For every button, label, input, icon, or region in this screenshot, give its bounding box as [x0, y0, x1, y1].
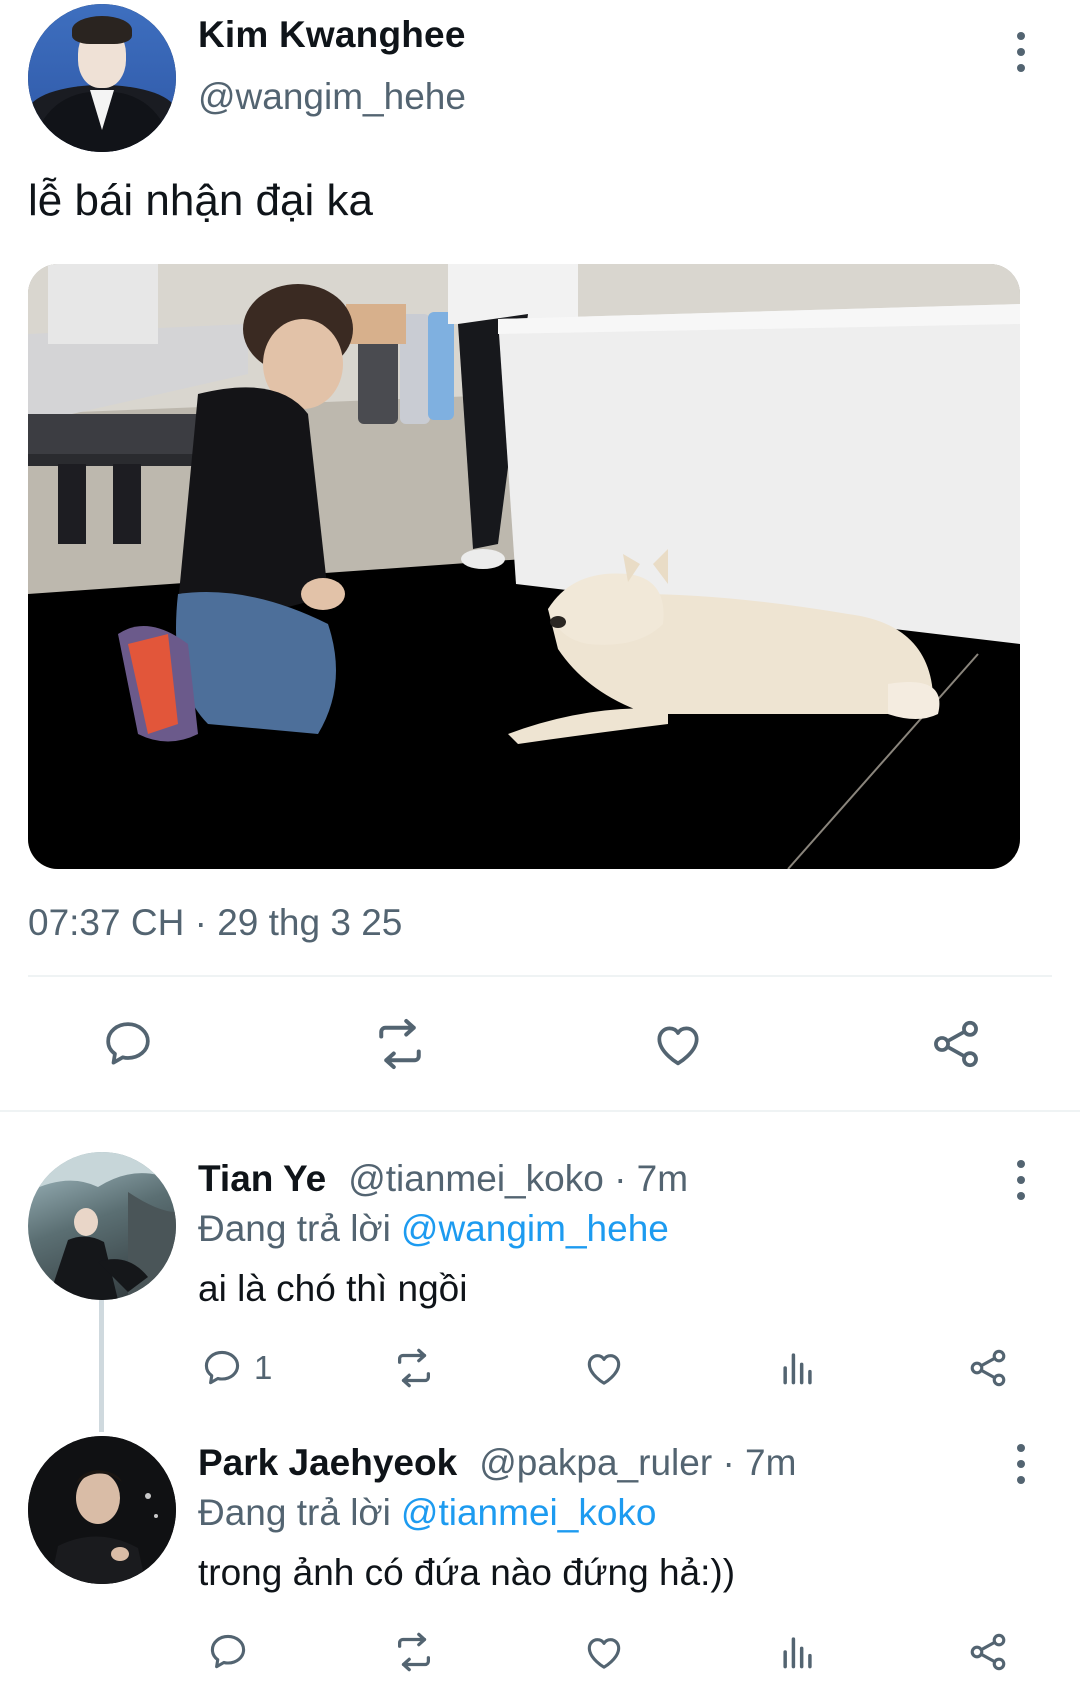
- tweet-detail-page: Kim Kwanghee @wangim_hehe lễ bái nhận đạ…: [0, 0, 1080, 1682]
- retweet-button[interactable]: [368, 1012, 432, 1076]
- divider: [0, 1110, 1080, 1112]
- reply-button[interactable]: [96, 1012, 160, 1076]
- comment-icon: [204, 1350, 240, 1385]
- retweet-button[interactable]: [386, 1624, 442, 1680]
- replying-to: Đang trả lời @tianmei_koko: [198, 1492, 656, 1534]
- tweet-text: lễ bái nhận đại ka: [28, 176, 373, 225]
- thread-line: [99, 1300, 104, 1432]
- author-avatar[interactable]: [28, 4, 176, 152]
- analytics-icon: [783, 1637, 812, 1669]
- heart-icon: [587, 1354, 621, 1385]
- retweet-icon: [379, 1019, 421, 1069]
- replying-prefix: Đang trả lời: [198, 1208, 391, 1249]
- replying-prefix: Đang trả lời: [198, 1492, 391, 1533]
- heart-icon: [657, 1026, 699, 1066]
- share-button[interactable]: [960, 1340, 1016, 1396]
- more-options-icon[interactable]: [1016, 32, 1026, 72]
- tweet-photo[interactable]: [28, 264, 1020, 869]
- retweet-icon: [397, 1348, 431, 1388]
- mention-link[interactable]: @wangim_hehe: [401, 1208, 669, 1249]
- like-button[interactable]: [576, 1340, 632, 1396]
- reply-author-name[interactable]: Tian Ye: [198, 1158, 326, 1199]
- reply-count: 1: [254, 1349, 273, 1386]
- reply-text: trong ảnh có đứa nào đứng hả:)): [198, 1552, 736, 1593]
- retweet-button[interactable]: [386, 1340, 442, 1396]
- share-icon: [970, 1349, 1006, 1387]
- divider: [28, 975, 1052, 977]
- more-options-icon[interactable]: [1016, 1160, 1026, 1200]
- like-button[interactable]: [646, 1012, 710, 1076]
- replying-to: Đang trả lời @wangim_hehe: [198, 1208, 669, 1250]
- reply-author-name[interactable]: Park Jaehyeok: [198, 1442, 457, 1483]
- reply-time: · 7m: [614, 1158, 689, 1199]
- analytics-icon: [783, 1353, 812, 1385]
- reply-avatar[interactable]: [28, 1436, 176, 1584]
- reply-text: ai là chó thì ngồi: [198, 1268, 468, 1309]
- like-button[interactable]: [576, 1624, 632, 1680]
- heart-icon: [587, 1638, 621, 1669]
- reply-header: Park Jaehyeok @pakpa_ruler · 7m: [198, 1442, 796, 1484]
- reply-button[interactable]: 1: [200, 1340, 272, 1396]
- reply-time: · 7m: [722, 1442, 797, 1483]
- analytics-button[interactable]: [770, 1624, 826, 1680]
- more-options-icon[interactable]: [1016, 1444, 1026, 1484]
- retweet-icon: [397, 1632, 431, 1672]
- author-handle[interactable]: @wangim_hehe: [198, 76, 466, 118]
- reply-author-handle[interactable]: @pakpa_ruler: [479, 1442, 712, 1483]
- comment-icon: [210, 1634, 246, 1669]
- share-icon: [934, 1020, 978, 1068]
- reply-author-handle[interactable]: @tianmei_koko: [348, 1158, 604, 1199]
- share-icon: [970, 1633, 1006, 1671]
- comment-icon: [106, 1022, 150, 1065]
- reply-avatar[interactable]: [28, 1152, 176, 1300]
- reply-button[interactable]: [200, 1624, 256, 1680]
- analytics-button[interactable]: [770, 1340, 826, 1396]
- share-button[interactable]: [924, 1012, 988, 1076]
- author-name[interactable]: Kim Kwanghee: [198, 14, 466, 56]
- tweet-timestamp[interactable]: 07:37 CH · 29 thg 3 25: [28, 902, 402, 944]
- reply-header: Tian Ye @tianmei_koko · 7m: [198, 1158, 688, 1200]
- mention-link[interactable]: @tianmei_koko: [401, 1492, 657, 1533]
- share-button[interactable]: [960, 1624, 1016, 1680]
